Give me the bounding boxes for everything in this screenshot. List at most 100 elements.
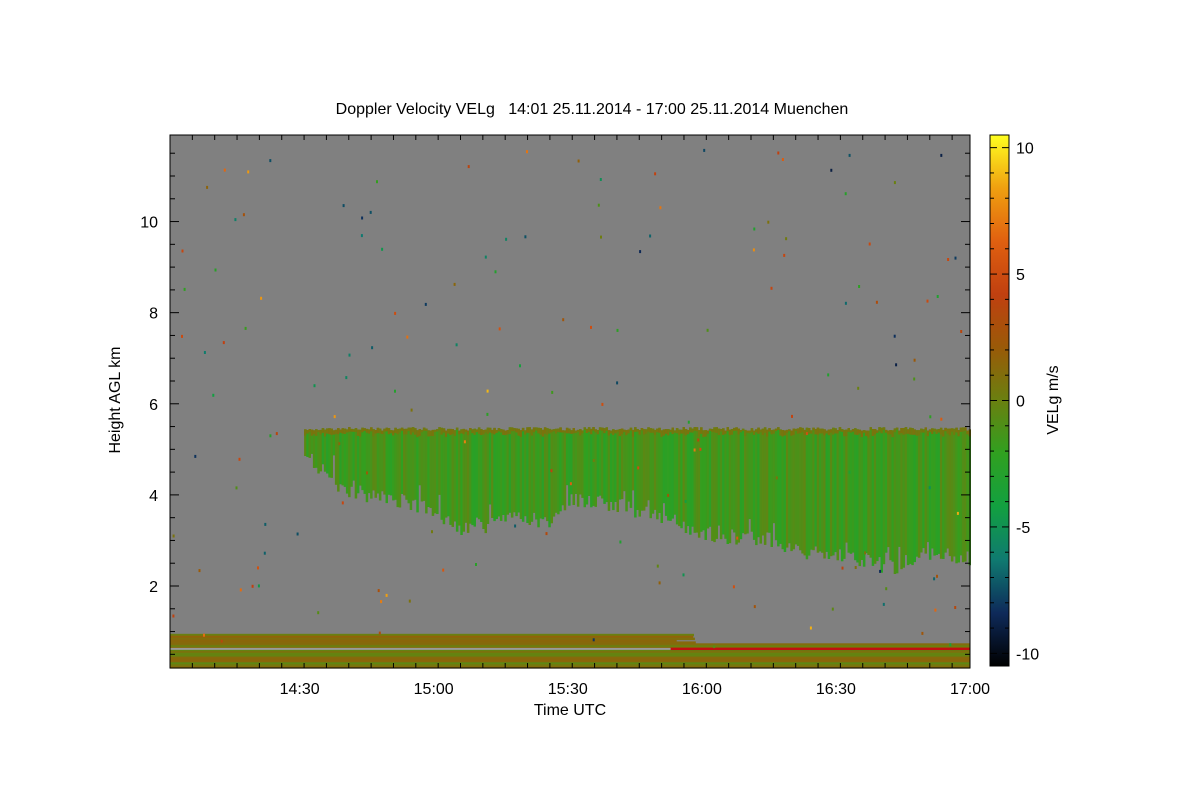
cloud-top-fringe	[880, 427, 883, 434]
cloud-top-fringe	[735, 427, 738, 431]
cloud-top-fringe	[504, 430, 507, 436]
cloud-top-fringe	[323, 429, 327, 437]
cloud-column	[739, 430, 743, 540]
noise-speckle	[928, 486, 931, 490]
cloud-top-fringe	[708, 428, 712, 431]
cloud-column	[741, 428, 745, 534]
noise-speckle	[706, 328, 709, 332]
noise-speckle	[616, 328, 619, 332]
cloud-top-fringe	[909, 427, 912, 435]
cloud-top-fringe	[876, 430, 879, 433]
cloud-top-fringe	[475, 429, 479, 433]
cloud-top-fringe	[917, 430, 921, 436]
cloud-top-fringe	[508, 427, 512, 435]
cloud-column	[497, 428, 501, 517]
noise-speckle	[659, 206, 662, 210]
cloud-top-fringe	[920, 428, 923, 433]
cloud-top-fringe	[403, 428, 406, 435]
cloud-top-fringe	[372, 429, 375, 437]
cloud-top-fringe	[790, 430, 793, 436]
cloud-column	[737, 428, 740, 543]
noise-speckle	[377, 589, 380, 593]
cloud-column	[405, 428, 408, 500]
cloud-top-fringe	[304, 429, 307, 436]
cloud-top-fringe	[464, 429, 468, 432]
noise-speckle	[577, 159, 580, 163]
cloud-top-fringe	[319, 429, 322, 435]
cloud-column	[700, 427, 703, 532]
cloud-column	[444, 430, 448, 518]
cloud-column	[772, 429, 776, 524]
cloud-top-fringe	[722, 428, 725, 435]
cloud-top-fringe	[704, 430, 707, 437]
noise-speckle	[366, 471, 368, 475]
cloud-column	[409, 427, 413, 510]
noise-speckle	[913, 358, 916, 362]
cloud-column	[939, 427, 943, 559]
cloud-top-fringe	[741, 428, 745, 431]
cloud-column	[876, 430, 879, 562]
noise-speckle	[775, 476, 778, 480]
noise-speckle	[371, 346, 374, 350]
cloud-top-fringe	[548, 428, 551, 434]
cloud-column	[708, 428, 712, 527]
cloud-column	[946, 428, 949, 549]
cloud-top-fringe	[680, 429, 683, 434]
noise-speckle	[831, 607, 834, 611]
cloud-top-fringe	[385, 427, 388, 432]
cloud-top-fringe	[361, 427, 364, 433]
cloud-column	[697, 430, 701, 538]
cloud-column	[620, 428, 624, 500]
cloud-top-fringe	[645, 429, 648, 434]
cloud-top-fringe	[750, 428, 754, 433]
cloud-column	[746, 430, 749, 534]
cloud-top-fringe	[845, 429, 848, 436]
x-axis-label: Time UTC	[534, 702, 606, 719]
cloud-top-fringe	[411, 427, 415, 433]
noise-speckle	[667, 493, 670, 497]
cloud-column	[636, 429, 639, 510]
cloud-top-fringe	[398, 428, 402, 433]
cloud-top-fringe	[407, 427, 410, 432]
noise-speckle	[244, 326, 247, 330]
cloud-column	[783, 430, 787, 552]
noise-speckle	[380, 600, 383, 604]
cloud-column	[559, 427, 562, 512]
cloud-top-fringe	[950, 428, 954, 432]
cloud-top-fringe	[581, 430, 584, 434]
cloud-top-fringe	[942, 429, 945, 437]
noise-speckle	[569, 482, 572, 486]
noise-speckle	[841, 566, 844, 570]
y-tick-label: 2	[149, 579, 158, 596]
cloud-column	[834, 428, 837, 553]
noise-speckle	[181, 334, 183, 338]
cloud-column	[770, 430, 773, 547]
cloud-top-fringe	[904, 427, 908, 434]
cloud-column	[651, 428, 655, 514]
cloud-column	[480, 429, 483, 522]
noise-speckle	[463, 440, 466, 444]
cloud-top-fringe	[444, 430, 448, 437]
cloud-top-fringe	[871, 429, 875, 436]
noise-speckle	[341, 501, 344, 505]
cloud-top-fringe	[744, 429, 747, 436]
noise-speckle	[385, 593, 388, 597]
cloud-top-fringe	[796, 428, 800, 434]
noise-speckle	[317, 611, 320, 615]
cloud-top-fringe	[719, 429, 723, 432]
noise-speckle	[220, 639, 223, 643]
noise-speckle	[222, 341, 225, 345]
cloud-column	[759, 429, 762, 544]
cloud-column	[891, 430, 894, 562]
cloud-top-fringe	[499, 429, 503, 433]
noise-speckle	[484, 255, 487, 259]
colorbar-tick-label: 5	[1016, 267, 1025, 284]
cloud-column	[381, 430, 384, 492]
cloud-top-fringe	[893, 428, 897, 433]
noise-speckle	[687, 420, 690, 424]
cloud-column	[818, 428, 822, 552]
cloud-top-fringe	[598, 427, 602, 431]
cloud-top-fringe	[711, 429, 714, 432]
cloud-column	[345, 429, 349, 494]
noise-speckle	[783, 253, 786, 257]
